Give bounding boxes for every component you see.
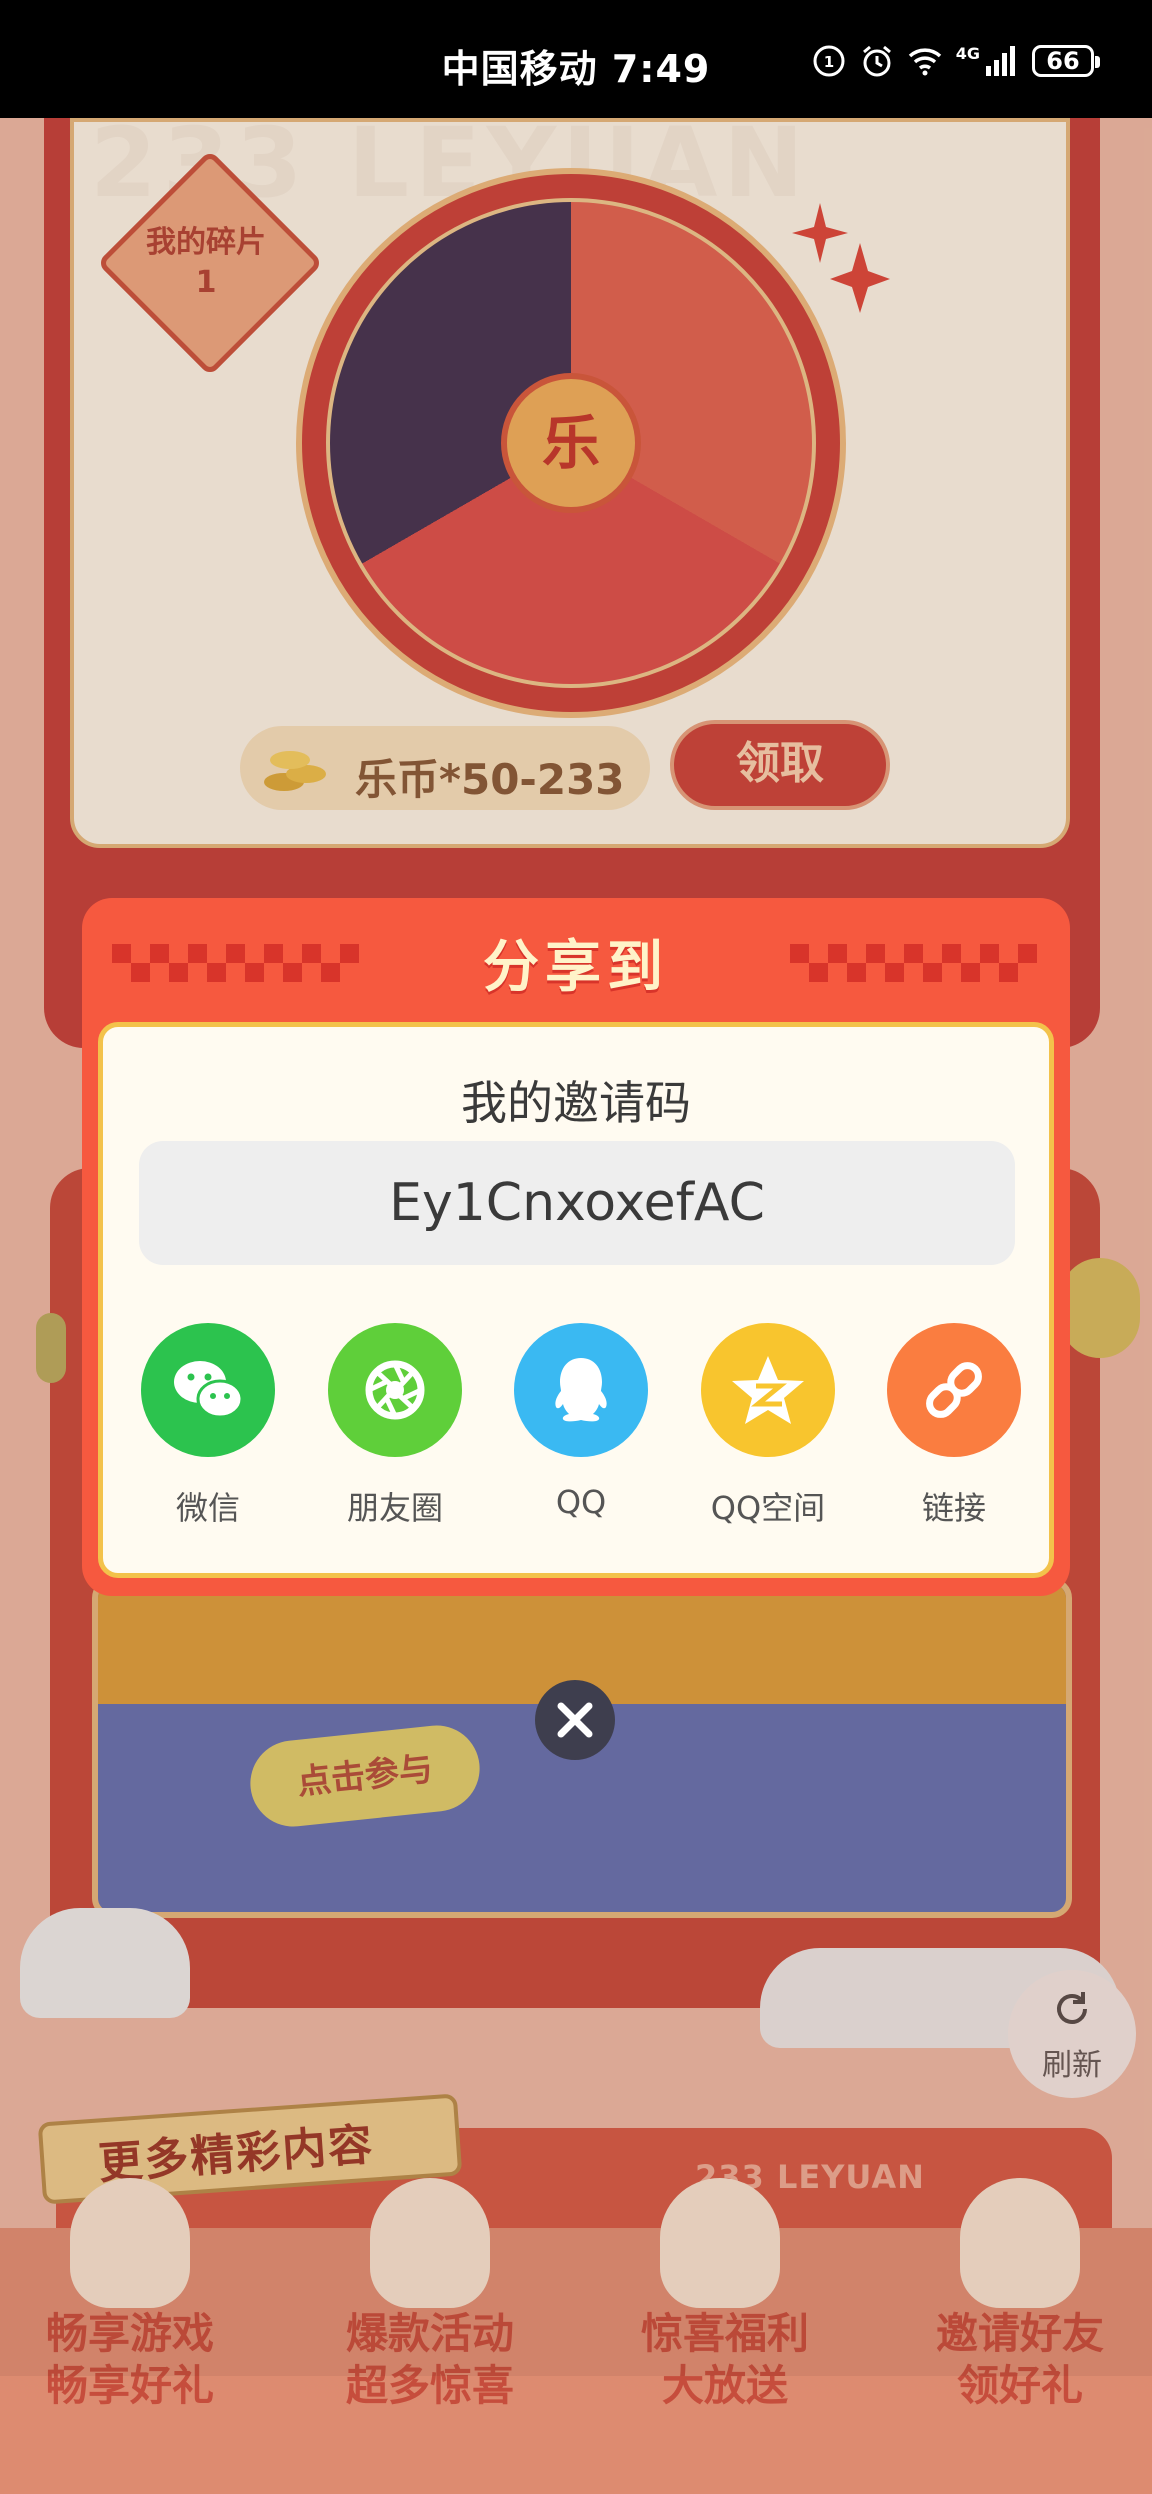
share-qzone-button[interactable]: QQ空间	[693, 1323, 843, 1527]
qq-icon	[555, 1358, 607, 1422]
alarm-icon	[862, 45, 891, 77]
wechat-icon	[174, 1361, 244, 1419]
share-moments-button[interactable]: 朋友圈	[320, 1323, 470, 1527]
share-wechat-button[interactable]: 微信	[133, 1323, 283, 1527]
dialog-title: 分享到	[483, 935, 669, 1000]
status-icons: 1 4G 66	[812, 44, 1100, 78]
dialog-body: 我的邀请码 Ey1CnxoxefAC 微信 朋友圈 QQ QQ空间 链接	[98, 1022, 1054, 1578]
close-dialog-button[interactable]	[535, 1680, 615, 1760]
invite-code-box[interactable]: Ey1CnxoxefAC	[139, 1141, 1015, 1265]
close-icon	[557, 1702, 593, 1738]
qzone-icon	[732, 1356, 804, 1424]
share-label: 微信	[175, 1489, 240, 1527]
share-label: QQ空间	[710, 1489, 826, 1527]
share-label: 朋友圈	[346, 1489, 443, 1527]
share-link-button[interactable]: 链接	[879, 1323, 1029, 1527]
invite-code-label: 我的邀请码	[461, 1076, 691, 1130]
battery-indicator: 66	[1032, 45, 1100, 77]
hd-call-icon: 1	[813, 45, 845, 77]
wifi-icon	[908, 48, 941, 76]
invite-code-value: Ey1CnxoxefAC	[389, 1173, 765, 1233]
share-qq-button[interactable]: QQ	[506, 1323, 656, 1523]
svg-text:1: 1	[824, 53, 834, 71]
qq-icon-circle	[514, 1323, 648, 1457]
moments-icon-circle	[328, 1323, 462, 1457]
link-icon-circle	[887, 1323, 1021, 1457]
qzone-icon-circle	[701, 1323, 835, 1457]
status-bar: 中国移动 7:49 1 4G 66	[0, 0, 1152, 118]
share-label: 链接	[921, 1489, 986, 1527]
moments-icon	[365, 1360, 425, 1420]
link-icon	[926, 1362, 982, 1418]
network-type: 4G	[955, 44, 980, 63]
signal-icon	[986, 46, 1015, 76]
share-dialog: 分享到 我的邀请码 Ey1CnxoxefAC 微信 朋友圈 QQ QQ空间 链接	[82, 898, 1070, 1596]
share-label: QQ	[555, 1483, 607, 1521]
wechat-icon-circle	[141, 1323, 275, 1457]
